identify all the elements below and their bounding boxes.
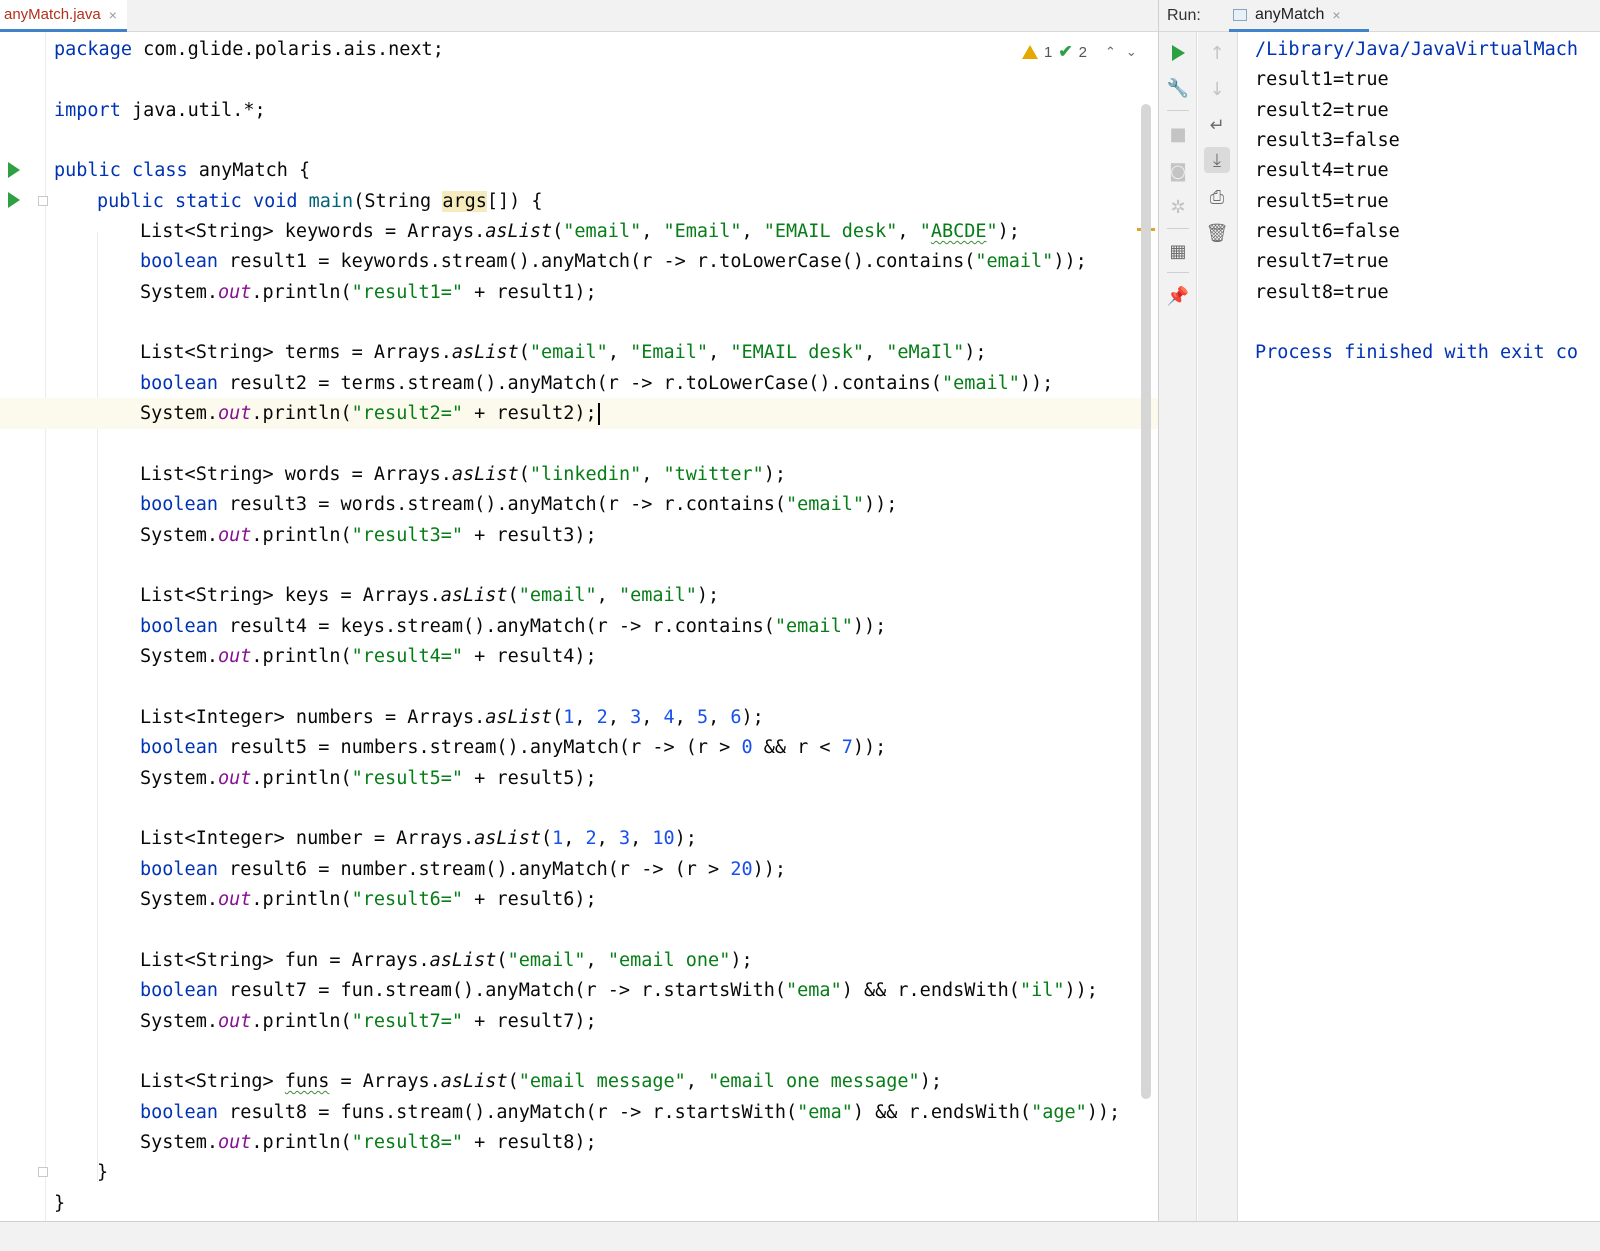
code-line: } bbox=[54, 1193, 66, 1214]
console-output-line: result2=true bbox=[1255, 100, 1389, 121]
editor-tab-label: anyMatch.java bbox=[4, 6, 101, 23]
code-line: boolean result7 = fun.stream().anyMatch(… bbox=[140, 980, 1098, 1001]
status-bar bbox=[0, 1221, 1600, 1251]
code-line: List<String> funs = Arrays.asList("email… bbox=[140, 1071, 942, 1092]
settings-icon[interactable]: ✲ bbox=[1165, 194, 1191, 220]
code-line: List<Integer> numbers = Arrays.asList(1,… bbox=[140, 707, 764, 728]
code-line: List<String> words = Arrays.asList("link… bbox=[140, 464, 787, 485]
rerun-icon[interactable] bbox=[1165, 40, 1191, 66]
run-window-title: Run: bbox=[1167, 7, 1201, 24]
code-line: boolean result5 = numbers.stream().anyMa… bbox=[140, 737, 887, 758]
code-line: public class anyMatch { bbox=[54, 160, 311, 181]
arrow-down-icon[interactable]: ↓ bbox=[1204, 76, 1230, 102]
code-line: List<String> fun = Arrays.asList("email"… bbox=[140, 950, 753, 971]
code-line-current: System.out.println("result2=" + result2)… bbox=[0, 398, 1158, 429]
run-window-header: Run: anyMatch × bbox=[1158, 0, 1600, 32]
code-editor[interactable]: 1 ✔ 2 ⌃ ⌄ package com.glide.polaris.ais.… bbox=[0, 32, 1158, 1248]
close-icon[interactable]: × bbox=[1332, 7, 1340, 23]
code-line: System.out.println("result4=" + result4)… bbox=[140, 646, 597, 667]
code-line: System.out.println("result8=" + result8)… bbox=[140, 1132, 597, 1153]
soft-wrap-icon[interactable]: ↵ bbox=[1204, 112, 1230, 138]
console-output-line: result4=true bbox=[1255, 160, 1389, 181]
code-line: System.out.println("result3=" + result3)… bbox=[140, 525, 597, 546]
code-line: boolean result3 = words.stream().anyMatc… bbox=[140, 494, 898, 515]
text-caret bbox=[597, 403, 600, 425]
editor-tab-anymatch-java[interactable]: anyMatch.java × bbox=[0, 0, 127, 32]
code-line: boolean result4 = keys.stream().anyMatch… bbox=[140, 616, 887, 637]
code-line: package com.glide.polaris.ais.next; bbox=[54, 39, 444, 60]
console-output-line: result5=true bbox=[1255, 191, 1389, 212]
trash-icon[interactable]: 🗑 bbox=[1204, 220, 1230, 246]
code-line: boolean result8 = funs.stream().anyMatch… bbox=[140, 1102, 1121, 1123]
code-line: System.out.println("result1=" + result1)… bbox=[140, 282, 597, 303]
code-line: List<String> keywords = Arrays.asList("e… bbox=[140, 221, 1020, 242]
code-line: System.out.println("result5=" + result5)… bbox=[140, 768, 597, 789]
console-output-line: result1=true bbox=[1255, 69, 1389, 90]
code-line: System.out.println("result6=" + result6)… bbox=[140, 889, 597, 910]
pin-icon[interactable]: 📌 bbox=[1165, 283, 1191, 309]
console-output-line: result8=true bbox=[1255, 282, 1389, 303]
code-line: import java.util.*; bbox=[54, 100, 266, 121]
close-icon[interactable]: × bbox=[109, 7, 117, 23]
run-console[interactable]: /Library/Java/JavaVirtualMach result1=tr… bbox=[1239, 32, 1600, 1222]
console-output-line: result7=true bbox=[1255, 251, 1389, 272]
console-output-line: result6=false bbox=[1255, 221, 1400, 242]
code-line: List<String> terms = Arrays.asList("emai… bbox=[140, 342, 987, 363]
stop-icon[interactable]: ■ bbox=[1165, 121, 1191, 147]
code-line: boolean result2 = terms.stream().anyMatc… bbox=[140, 373, 1054, 394]
toolbar-separator bbox=[1167, 272, 1189, 273]
print-icon[interactable]: ⎙ bbox=[1204, 184, 1230, 210]
scroll-to-end-icon[interactable]: ⤓ bbox=[1204, 147, 1230, 173]
editor-scrollbar[interactable] bbox=[1141, 104, 1151, 1099]
run-toolbar-left: 🔧 ■ ◙ ✲ ▦ 📌 bbox=[1158, 32, 1197, 1222]
run-toolbar-right: ↑ ↓ ↵ ⤓ ⎙ 🗑 bbox=[1198, 32, 1238, 1222]
run-tab-anymatch[interactable]: anyMatch × bbox=[1229, 0, 1369, 32]
console-icon bbox=[1233, 8, 1247, 21]
console-command-line: /Library/Java/JavaVirtualMach bbox=[1255, 39, 1579, 60]
code-line: boolean result6 = number.stream().anyMat… bbox=[140, 859, 787, 880]
run-tab-label: anyMatch bbox=[1255, 5, 1325, 23]
code-line: boolean result1 = keywords.stream().anyM… bbox=[140, 251, 1087, 272]
layout-icon[interactable]: ▦ bbox=[1165, 238, 1191, 264]
code-line: List<String> keys = Arrays.asList("email… bbox=[140, 585, 720, 606]
camera-icon[interactable]: ◙ bbox=[1165, 158, 1191, 184]
wrench-icon[interactable]: 🔧 bbox=[1165, 75, 1191, 101]
console-output-line: result3=false bbox=[1255, 130, 1400, 151]
arrow-up-icon[interactable]: ↑ bbox=[1204, 40, 1230, 66]
console-process-finished: Process finished with exit co bbox=[1255, 342, 1579, 363]
toolbar-separator bbox=[1167, 110, 1189, 111]
code-line: List<Integer> number = Arrays.asList(1, … bbox=[140, 828, 697, 849]
code-line: System.out.println("result7=" + result7)… bbox=[140, 1011, 597, 1032]
code-line: public static void main(String args[]) { bbox=[97, 191, 543, 212]
editor-tab-bar: anyMatch.java × bbox=[0, 0, 1180, 32]
toolbar-separator bbox=[1167, 228, 1189, 229]
code-line: } bbox=[97, 1162, 109, 1183]
